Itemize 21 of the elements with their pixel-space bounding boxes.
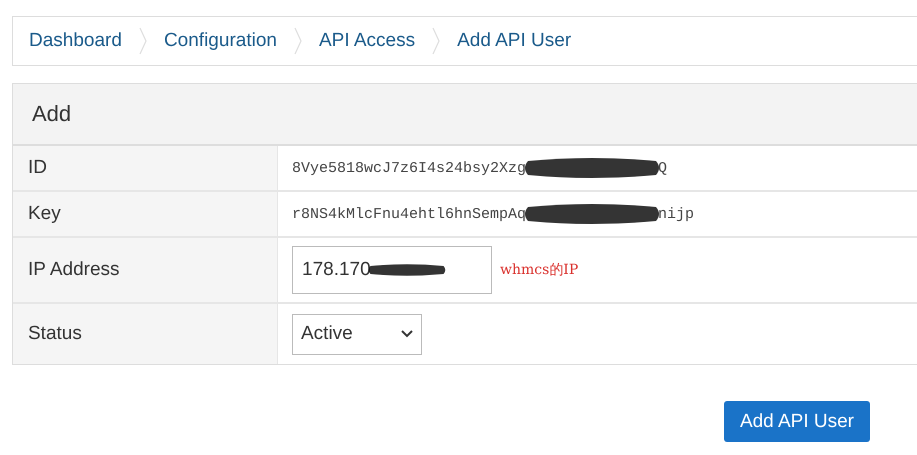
chevron-icon — [138, 26, 148, 56]
caret-icon — [401, 330, 413, 338]
status-select[interactable]: Active — [292, 314, 422, 354]
chevron-icon — [292, 26, 303, 56]
add-api-user-button[interactable]: Add API User — [724, 401, 870, 442]
annotation-text: whmcs的IP — [500, 261, 578, 279]
field-label: IP Address — [13, 238, 278, 302]
breadcrumb-link[interactable]: Add API User — [457, 30, 572, 52]
input-field[interactable]: 178.170 — [292, 246, 492, 294]
field-value: r8NS4kMlcFnu4ehtl6hnSempAq — [292, 206, 526, 222]
panel-title: Add — [13, 84, 917, 146]
field-value: Q — [658, 160, 668, 176]
field-value: 8Vye5818wcJ7z6I4s24bsy2Xzg — [292, 160, 526, 176]
chevron-icon — [431, 26, 442, 56]
breadcrumb-link[interactable]: API Access — [318, 30, 416, 52]
field-label: Status — [13, 304, 278, 364]
breadcrumb-link[interactable]: Dashboard — [29, 30, 122, 52]
field-value: nijp — [658, 206, 694, 222]
breadcrumb-link[interactable]: Configuration — [164, 30, 277, 52]
field-label: ID — [13, 146, 278, 190]
field-label: Key — [13, 192, 278, 236]
